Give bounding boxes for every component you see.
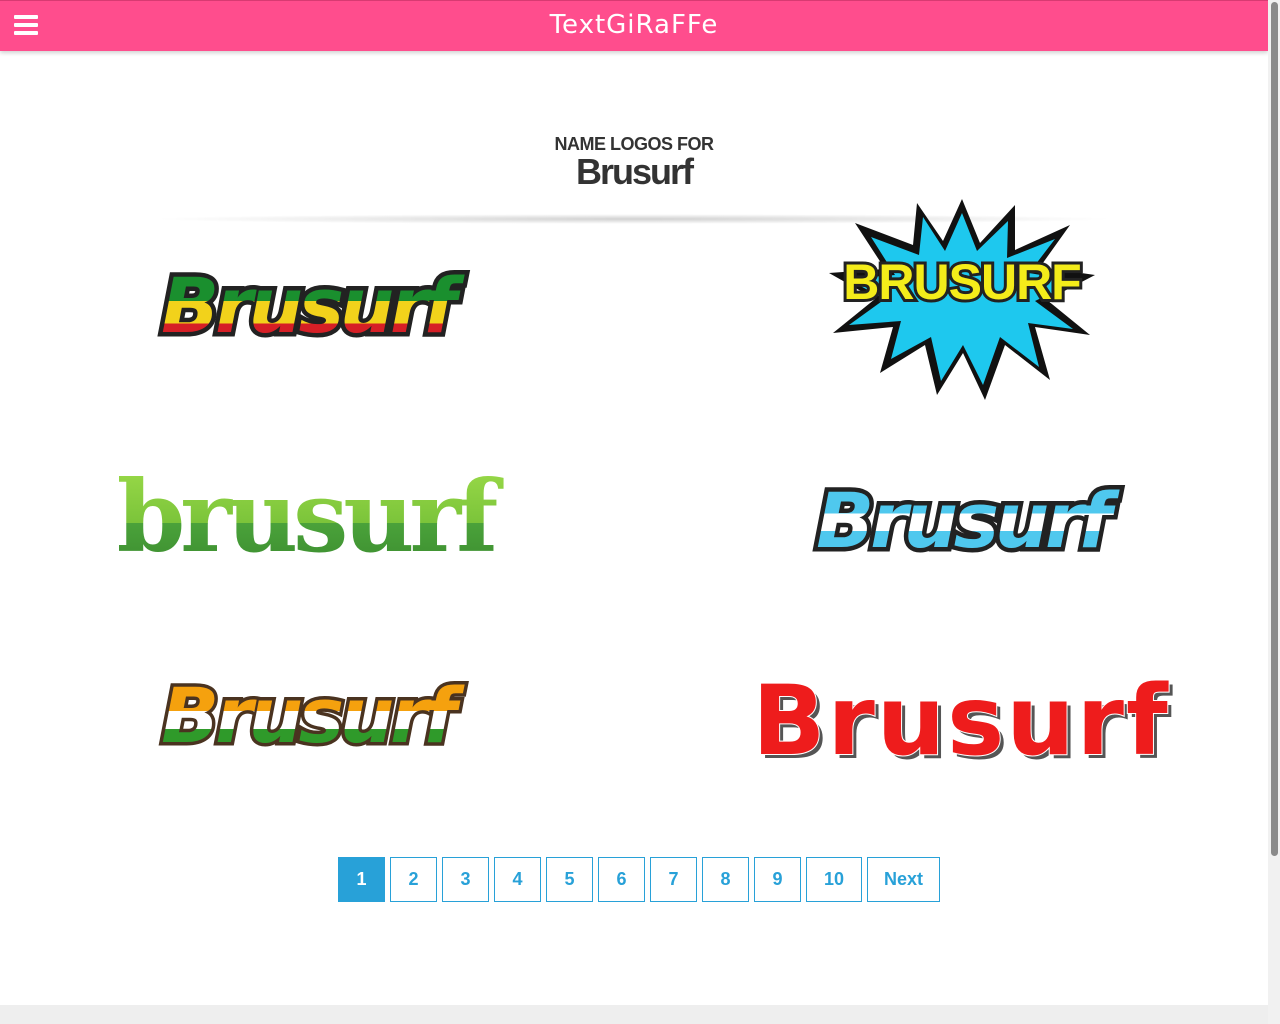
scrollbar-thumb[interactable] xyxy=(1271,2,1278,856)
logo-card-2[interactable]: BRUSURF xyxy=(825,195,1100,405)
page-link-5[interactable]: 5 xyxy=(546,857,593,902)
logo-image-6: Brusurf Brusurf xyxy=(751,664,1171,781)
logo-image-4: Brusurf xyxy=(812,472,1129,570)
logo-text-2: BRUSURF xyxy=(843,254,1080,310)
logo-card-5[interactable]: Brusurf xyxy=(145,650,473,790)
page-link-4[interactable]: 4 xyxy=(494,857,541,902)
page-link-3[interactable]: 3 xyxy=(442,857,489,902)
top-navbar: TextGiRaFFe xyxy=(0,0,1268,51)
logo-card-6[interactable]: Brusurf Brusurf xyxy=(740,660,1185,781)
logo-image-5: Brusurf xyxy=(158,668,473,764)
vertical-scrollbar[interactable] xyxy=(1268,0,1280,1024)
page-link-7[interactable]: 7 xyxy=(650,857,697,902)
footer-bar xyxy=(0,1005,1268,1024)
logo-card-4[interactable]: Brusurf xyxy=(800,455,1129,595)
page-link-9[interactable]: 9 xyxy=(754,857,801,902)
page-link-10[interactable]: 10 xyxy=(806,857,862,902)
page-link-6[interactable]: 6 xyxy=(598,857,645,902)
logo-image-1: Brusurf xyxy=(157,257,474,355)
logo-card-3[interactable]: brusurf xyxy=(88,459,523,577)
page-title: Brusurf xyxy=(575,151,694,192)
logo-text-4: Brusurf xyxy=(816,476,1120,565)
page-link-2[interactable]: 2 xyxy=(390,857,437,902)
logo-text-1: Brusurf xyxy=(161,261,465,350)
logo-image-3: brusurf xyxy=(115,459,510,577)
logo-image-2: BRUSURF xyxy=(829,199,1095,400)
logo-text-3: brusurf xyxy=(117,460,504,575)
logo-card-1[interactable]: Brusurf xyxy=(145,240,474,380)
pagination: 1 2 3 4 5 6 7 8 9 10 Next xyxy=(338,857,940,902)
logo-text-5: Brusurf xyxy=(161,671,465,760)
site-brand-logo[interactable]: TextGiRaFFe xyxy=(0,10,1268,40)
next-page-button[interactable]: Next xyxy=(867,857,940,902)
logo-text-6: Brusurf xyxy=(752,665,1169,777)
page-link-8[interactable]: 8 xyxy=(702,857,749,902)
page-link-1[interactable]: 1 xyxy=(338,857,385,902)
